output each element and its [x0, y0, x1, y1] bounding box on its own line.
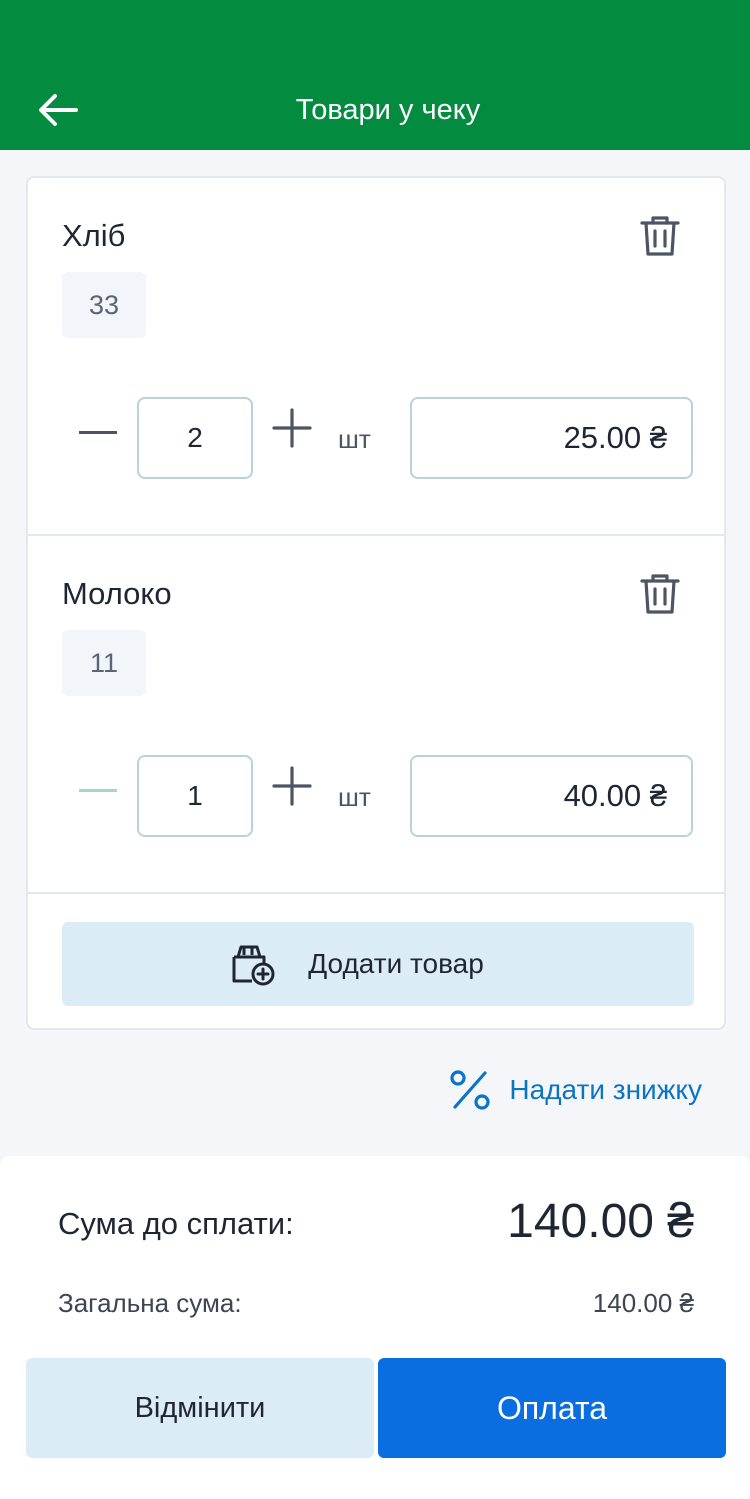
- trash-icon: [640, 216, 680, 256]
- page-title: Товари у чеку: [295, 94, 481, 126]
- price-input[interactable]: 25.00 ₴: [410, 397, 693, 479]
- increase-quantity-button[interactable]: [270, 764, 314, 808]
- total-amount-label: Загальна сума:: [58, 1288, 242, 1318]
- payment-summary-panel: Сума до сплати: 140.00 ₴ Загальна сума: …: [0, 1156, 750, 1499]
- pay-button[interactable]: Оплата: [378, 1358, 726, 1458]
- add-item-label: Додати товар: [308, 948, 484, 979]
- decrease-quantity-button[interactable]: [76, 768, 120, 812]
- item-name: Хліб: [62, 218, 126, 253]
- total-amount-value: 140.00 ₴: [592, 1288, 694, 1318]
- receipt-items-card: Хліб 33 2 шт 25.00 ₴ Молоко 11 1 шт 40.0…: [26, 176, 726, 1030]
- amount-due-value: 140.00 ₴: [507, 1195, 694, 1248]
- delete-item-button[interactable]: [634, 568, 686, 620]
- item-name: Молоко: [62, 576, 172, 611]
- quantity-input[interactable]: 1: [137, 755, 253, 837]
- receipt-item: Хліб 33 2 шт 25.00 ₴: [28, 178, 724, 536]
- app-screen: Товари у чеку Хліб 33 2 шт 25.00 ₴ Молок…: [0, 0, 750, 1499]
- plus-icon: [272, 408, 312, 448]
- top-bar: Товари у чеку: [0, 0, 750, 150]
- discount-label: Надати знижку: [509, 1074, 702, 1105]
- item-code-badge: 11: [62, 630, 146, 696]
- discount-link[interactable]: Надати знижку: [449, 1068, 702, 1112]
- item-code-badge: 33: [62, 272, 146, 338]
- receipt-item: Молоко 11 1 шт 40.00 ₴: [28, 536, 724, 894]
- cancel-button[interactable]: Відмінити: [26, 1358, 374, 1458]
- minus-icon: [79, 788, 117, 792]
- minus-icon: [79, 430, 117, 434]
- add-item-button[interactable]: Додати товар: [62, 922, 694, 1006]
- amount-due-label: Сума до сплати:: [58, 1206, 294, 1241]
- decrease-quantity-button[interactable]: [76, 410, 120, 454]
- unit-label: шт: [338, 782, 371, 812]
- price-input[interactable]: 40.00 ₴: [410, 755, 693, 837]
- trash-icon: [640, 574, 680, 614]
- unit-label: шт: [338, 424, 371, 454]
- delete-item-button[interactable]: [634, 210, 686, 262]
- increase-quantity-button[interactable]: [270, 406, 314, 450]
- quantity-input[interactable]: 2: [137, 397, 253, 479]
- percent-icon: [450, 1070, 491, 1110]
- add-box-icon: [232, 945, 275, 986]
- plus-icon: [272, 766, 312, 806]
